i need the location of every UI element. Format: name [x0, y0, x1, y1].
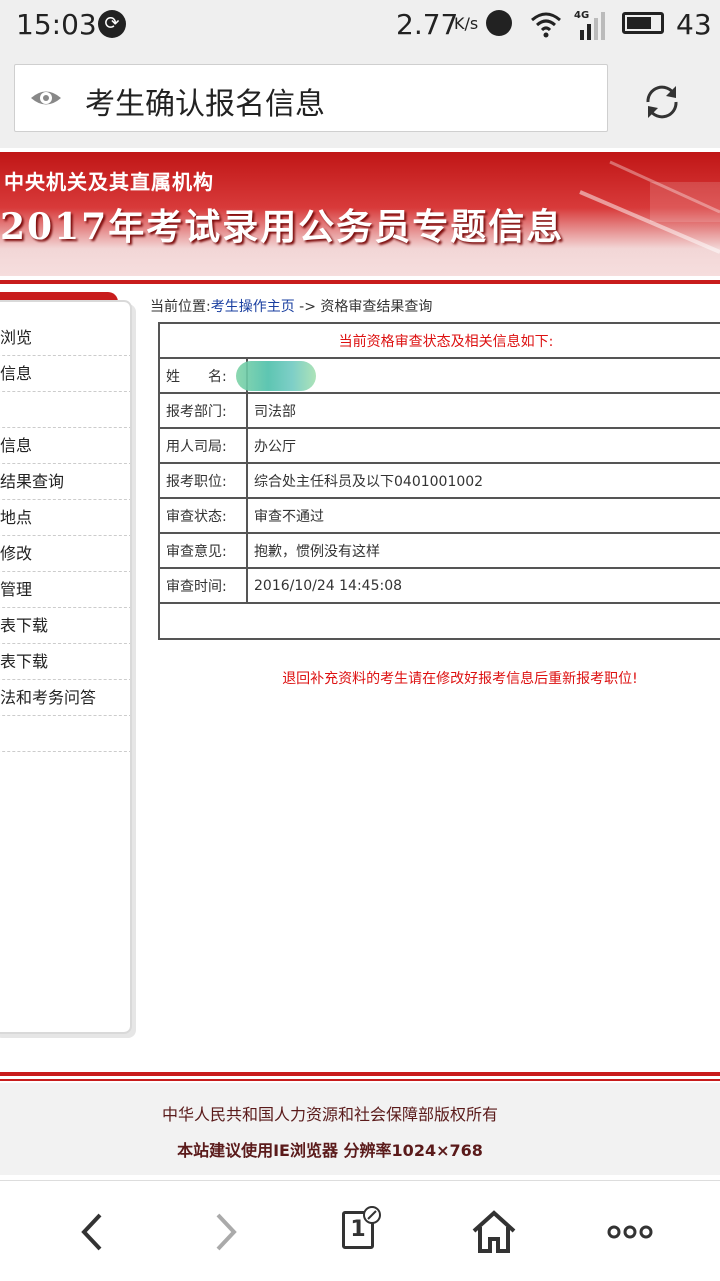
browser-toolbar: 考生确认报名信息	[0, 52, 720, 148]
home-icon[interactable]	[464, 1207, 524, 1257]
reload-icon[interactable]	[640, 80, 684, 124]
table-row: 报考职位: 综合处主任科员及以下0401001002	[158, 462, 720, 499]
forward-icon[interactable]	[196, 1207, 256, 1257]
row-value: 审查不通过	[246, 497, 720, 534]
table-row: 姓 名:	[158, 357, 720, 394]
tabs-button[interactable]: 1	[334, 1206, 394, 1257]
browser-bottom-nav: 1	[0, 1180, 720, 1281]
wifi-icon	[531, 12, 561, 38]
status-time: 15:03	[16, 8, 97, 41]
battery-icon	[622, 12, 664, 34]
sidebar-item[interactable]	[0, 392, 130, 428]
row-label: 姓 名:	[158, 357, 248, 394]
more-menu-icon[interactable]	[600, 1207, 660, 1257]
sidebar-item[interactable]	[0, 716, 130, 752]
breadcrumb-separator: ->	[294, 299, 321, 315]
banner-title: 2017年考试录用公务员专题信息	[0, 206, 565, 248]
table-row: 报考部门: 司法部	[158, 392, 720, 429]
sidebar-item[interactable]: 修改	[0, 536, 130, 572]
footer-divider	[0, 1072, 720, 1076]
network-speed-unit: K/s	[454, 14, 479, 33]
sidebar-item[interactable]: 表下载	[0, 644, 130, 680]
resubmit-notice: 退回补充资料的考生请在修改好报考信息后重新报考职位!	[282, 671, 638, 687]
sidebar-item[interactable]: 地点	[0, 500, 130, 536]
browser-advice-text: 本站建议使用IE浏览器 分辨率1024×768	[177, 1141, 483, 1160]
table-header: 当前资格审查状态及相关信息如下:	[158, 322, 720, 359]
battery-level: 43	[676, 8, 712, 41]
sidebar-item[interactable]: 信息	[0, 356, 130, 392]
page-title[interactable]: 考生确认报名信息	[85, 79, 325, 123]
table-empty-cell	[158, 602, 720, 640]
status-bar: 15:03 ⟳ 2.77 K/s 4G 43	[0, 0, 720, 52]
address-bar[interactable]: 考生确认报名信息	[14, 64, 608, 132]
sidebar-item[interactable]: 管理	[0, 572, 130, 608]
network-speed: 2.77	[396, 8, 459, 41]
divider	[0, 280, 720, 284]
table-row: 审查状态: 审查不通过	[158, 497, 720, 534]
row-label: 审查状态:	[158, 497, 248, 534]
tab-edit-icon	[363, 1206, 381, 1224]
signal-icon	[580, 12, 605, 40]
breadcrumb-home-link[interactable]: 考生操作主页	[211, 299, 295, 315]
review-result-table: 当前资格审查状态及相关信息如下: 姓 名: 报考部门: 司法部 用人司局: 办公…	[158, 322, 720, 640]
sidebar-item[interactable]: 信息	[0, 428, 130, 464]
banner-subtitle: 中央机关及其直属机构	[4, 170, 214, 194]
sync-icon: ⟳	[98, 10, 126, 38]
breadcrumb-prefix: 当前位置:	[150, 299, 211, 315]
site-banner: 中央机关及其直属机构 2017年考试录用公务员专题信息	[0, 152, 720, 276]
row-value: 综合处主任科员及以下0401001002	[246, 462, 720, 499]
row-label: 审查时间:	[158, 567, 248, 604]
table-row: 审查意见: 抱歉，惯例没有这样	[158, 532, 720, 569]
back-icon[interactable]	[62, 1207, 122, 1257]
table-row: 用人司局: 办公厅	[158, 427, 720, 464]
footer-divider-thin	[0, 1079, 720, 1081]
site-footer: 中华人民共和国人力资源和社会保障部版权所有 本站建议使用IE浏览器 分辨率102…	[0, 1083, 720, 1175]
sidebar-item[interactable]: 浏览	[0, 320, 130, 356]
sidebar-item[interactable]: 结果查询	[0, 464, 130, 500]
breadcrumb-current: 资格审查结果查询	[320, 299, 433, 315]
alarm-icon	[486, 10, 512, 36]
row-label: 用人司局:	[158, 427, 248, 464]
banner-pen-decoration	[579, 160, 720, 254]
row-label: 报考职位:	[158, 462, 248, 499]
redacted-name	[236, 360, 316, 391]
table-row-empty	[158, 602, 720, 640]
breadcrumb: 当前位置:考生操作主页 -> 资格审查结果查询	[150, 296, 432, 316]
sidebar-item[interactable]: 表下载	[0, 608, 130, 644]
row-value: 2016/10/24 14:45:08	[246, 567, 720, 604]
row-label: 报考部门:	[158, 392, 248, 429]
sidebar-menu: 浏览 信息 信息 结果查询 地点 修改 管理 表下载 表下载 法和考务问答	[0, 300, 132, 1034]
row-value: 抱歉，惯例没有这样	[246, 532, 720, 569]
eye-icon[interactable]	[29, 81, 63, 115]
row-value: 司法部	[246, 392, 720, 429]
copyright-text: 中华人民共和国人力资源和社会保障部版权所有	[161, 1105, 498, 1124]
sidebar-item[interactable]: 法和考务问答	[0, 680, 130, 716]
row-value: 办公厅	[246, 427, 720, 464]
row-value	[236, 357, 720, 394]
row-label: 审查意见:	[158, 532, 248, 569]
table-row: 审查时间: 2016/10/24 14:45:08	[158, 567, 720, 604]
